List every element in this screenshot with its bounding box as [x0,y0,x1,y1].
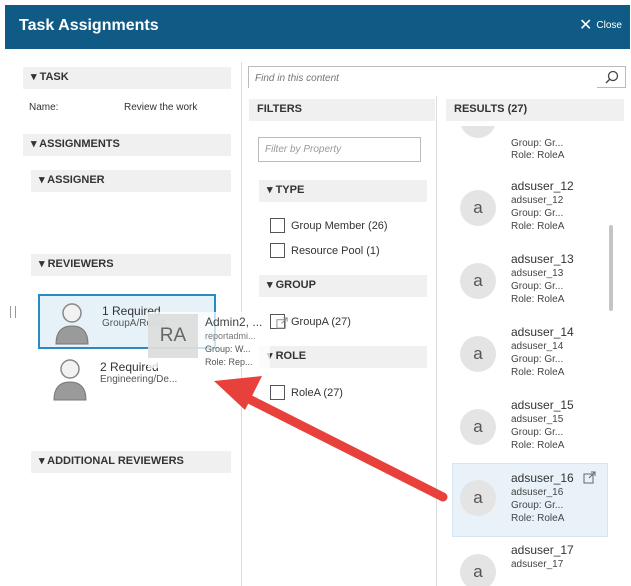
annotation-arrow [214,376,448,502]
